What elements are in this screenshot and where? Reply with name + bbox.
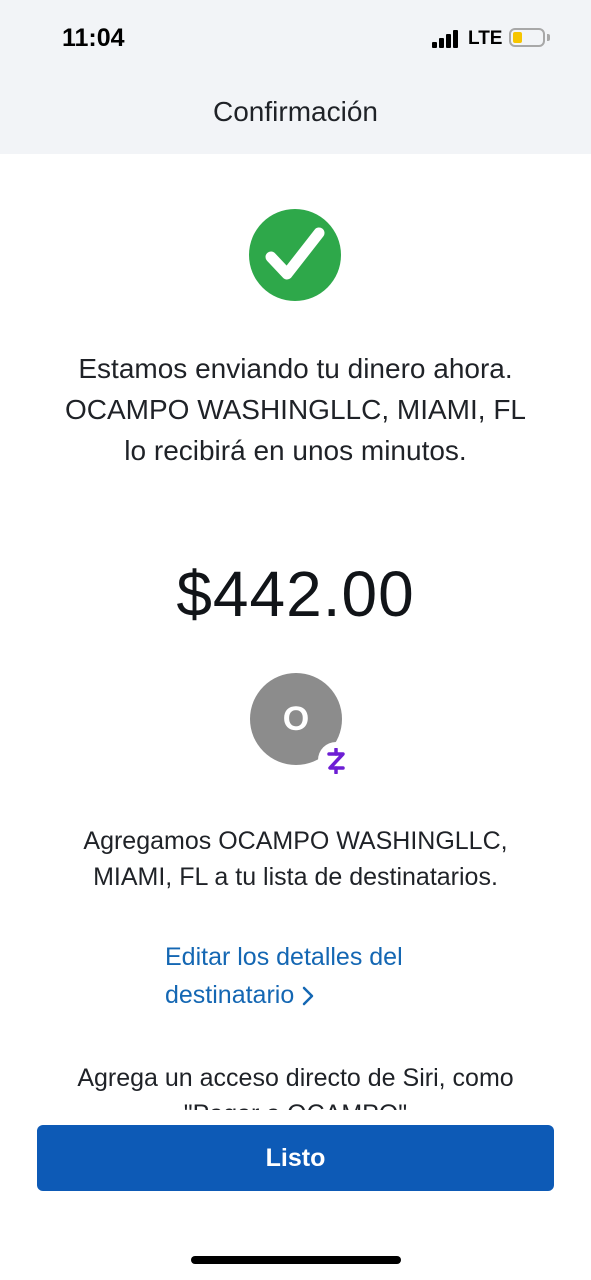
battery-icon	[509, 28, 545, 47]
home-indicator	[191, 1256, 401, 1264]
edit-recipient-link[interactable]: Editar los detalles del destinatario	[165, 938, 465, 1014]
network-type: LTE	[468, 28, 503, 49]
checkmark-circle-icon	[249, 209, 341, 301]
signal-icon	[432, 30, 460, 48]
confirmation-message: Estamos enviando tu dinero ahora. OCAMPO…	[64, 353, 526, 466]
battery-tip	[547, 34, 550, 41]
zelle-icon	[318, 742, 354, 778]
amount-sent: $442.00	[176, 558, 415, 630]
status-bar: 11:04 LTE	[0, 0, 591, 80]
battery-level	[513, 32, 522, 43]
done-button[interactable]: Listo	[37, 1125, 554, 1191]
siri-shortcut-text: Agrega un acceso directo de Siri, como "…	[77, 1064, 514, 1110]
chevron-right-icon	[303, 987, 314, 1006]
edit-recipient-label: Editar los detalles del destinatario	[165, 943, 403, 1009]
navigation-bar: Confirmación	[0, 80, 591, 154]
page-title: Confirmación	[213, 96, 378, 127]
status-time: 11:04	[62, 24, 125, 52]
recipient-added-message: Agregamos OCAMPO WASHINGLLC, MIAMI, FL a…	[83, 827, 508, 891]
